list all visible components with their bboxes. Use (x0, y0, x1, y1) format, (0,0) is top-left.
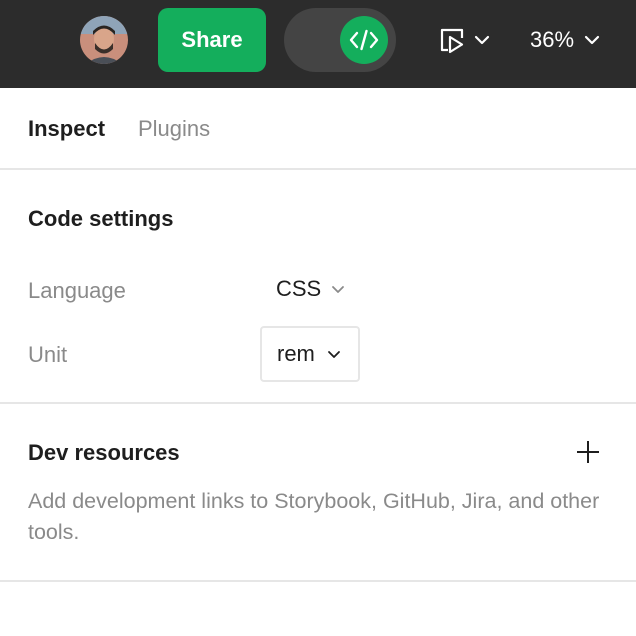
language-label: Language (28, 278, 126, 303)
avatar-image-icon (80, 16, 128, 64)
dev-resources-description: Add development links to Storybook, GitH… (28, 489, 600, 544)
code-settings-section: Code settings Language CSS Unit rem (0, 170, 636, 404)
dev-resources-section: Dev resources Add development links to S… (0, 404, 636, 582)
unit-value: rem (277, 341, 315, 366)
chevron-down-icon (332, 285, 345, 293)
add-dev-resource-button[interactable] (572, 436, 604, 468)
toggle-knob (340, 16, 388, 64)
code-brackets-icon (349, 29, 379, 51)
zoom-dropdown[interactable]: 36% (530, 20, 618, 60)
chevron-down-icon (474, 35, 490, 45)
user-avatar[interactable] (80, 16, 128, 64)
dev-resources-title: Dev resources (28, 440, 180, 465)
top-toolbar: Share 36% (0, 0, 636, 88)
present-button[interactable] (438, 20, 502, 60)
dev-mode-toggle[interactable] (284, 8, 396, 72)
tab-plugins[interactable]: Plugins (138, 116, 210, 142)
code-settings-title: Code settings (28, 206, 174, 231)
language-value: CSS (276, 276, 322, 301)
language-select[interactable]: CSS (276, 276, 345, 302)
present-play-icon (440, 28, 464, 54)
zoom-level: 36% (530, 27, 575, 52)
tab-inspect[interactable]: Inspect (28, 116, 105, 142)
chevron-down-icon (327, 350, 340, 358)
panel-tabs: Inspect Plugins (0, 88, 636, 170)
share-button[interactable]: Share (158, 8, 266, 72)
unit-select[interactable]: rem (260, 326, 360, 382)
unit-label: Unit (28, 342, 68, 367)
plus-icon (577, 441, 599, 463)
chevron-down-icon (584, 35, 600, 45)
